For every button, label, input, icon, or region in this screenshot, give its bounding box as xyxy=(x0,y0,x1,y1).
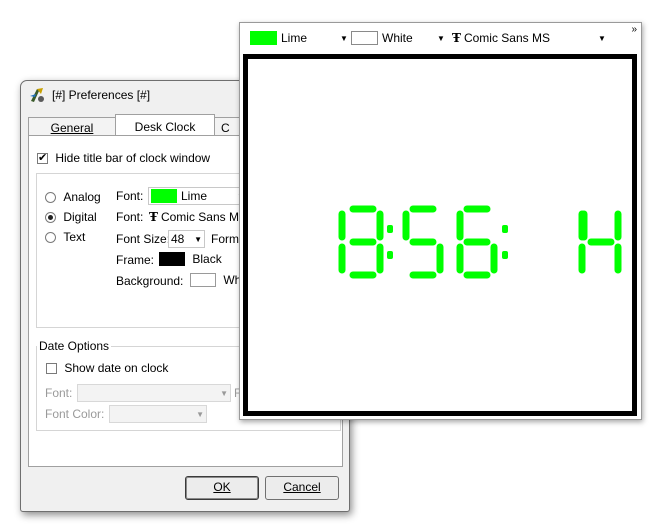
hide-titlebar-checkbox[interactable] xyxy=(37,151,48,164)
chevron-down-icon: ▼ xyxy=(220,388,228,398)
toolbar-overflow-button[interactable]: » xyxy=(631,25,637,35)
tab-desk-clock[interactable]: Desk Clock xyxy=(115,114,215,136)
cancel-button[interactable]: Cancel xyxy=(265,476,339,500)
radio-digital[interactable] xyxy=(45,212,56,223)
clock-colon xyxy=(502,225,508,233)
font-color-select[interactable]: Lime ▼ xyxy=(148,187,248,205)
frame-color-value: Black xyxy=(192,252,222,266)
radio-text-row[interactable]: Text xyxy=(45,230,85,244)
cancel-label: Cancel xyxy=(283,480,321,494)
chevron-down-icon: ▼ xyxy=(437,34,445,43)
minutes-ones-digit xyxy=(456,205,498,279)
frame-label: Frame: xyxy=(116,253,155,267)
radio-text[interactable] xyxy=(45,232,56,243)
font-size-label: Font Size: xyxy=(116,232,171,246)
date-font-color-select[interactable]: ▼ xyxy=(109,405,207,423)
font-color-label: Font: xyxy=(116,189,144,203)
radio-digital-row[interactable]: Digital xyxy=(45,210,97,224)
black-swatch xyxy=(159,252,185,266)
clock-colon xyxy=(387,251,393,259)
font-size-value: 48 xyxy=(171,232,185,246)
chevron-down-icon: ▼ xyxy=(598,34,606,43)
lime-swatch xyxy=(250,31,277,45)
toolbar-background-select[interactable]: White ▼ xyxy=(351,29,446,47)
digital-clock-display xyxy=(338,205,622,279)
format-label: Form xyxy=(211,232,239,246)
date-font-select[interactable]: ▼ xyxy=(77,384,231,402)
background-color-select[interactable]: Wh xyxy=(190,273,241,287)
show-date-row[interactable]: Show date on clock xyxy=(46,361,168,375)
font-face-value: Comic Sans M xyxy=(160,210,239,224)
ok-label: OK xyxy=(213,480,231,494)
app-icon xyxy=(30,88,44,102)
tab-general[interactable]: General xyxy=(28,117,116,136)
white-swatch xyxy=(351,31,378,45)
font-color-value: Lime xyxy=(181,189,208,203)
font-size-row: Font Size: xyxy=(116,232,170,246)
font-face-label: Font: xyxy=(116,210,144,224)
radio-digital-label: Digital xyxy=(63,210,97,224)
font-type-icon: Ŧ xyxy=(149,210,158,224)
ok-button[interactable]: OK xyxy=(185,476,259,500)
date-font-color-label: Font Color: xyxy=(45,407,105,421)
toolbar-background-value: White xyxy=(382,31,413,45)
minutes-tens-digit xyxy=(402,205,444,279)
tab-partial-label: C xyxy=(221,121,230,135)
font-face-row: Font: xyxy=(116,210,143,224)
white-swatch xyxy=(190,273,216,287)
frame-color-select[interactable]: Black xyxy=(159,252,222,266)
tab-general-label: General xyxy=(50,121,94,135)
lime-swatch xyxy=(151,189,177,203)
toolbar-font-color-value: Lime xyxy=(281,31,308,45)
radio-analog[interactable] xyxy=(45,192,56,203)
background-label: Background: xyxy=(116,274,184,288)
font-size-select[interactable]: 48 ▼ xyxy=(168,230,205,248)
dialog-title: [#] Preferences [#] xyxy=(52,88,151,102)
radio-analog-label: Analog xyxy=(63,190,101,204)
clock-colon xyxy=(502,251,508,259)
clock-colon xyxy=(387,225,393,233)
clock-toolbar: Lime ▼ White ▼ Ŧ Comic Sans MS ▼ » xyxy=(240,23,641,53)
radio-text-label: Text xyxy=(63,230,86,244)
clock-window: Lime ▼ White ▼ Ŧ Comic Sans MS ▼ » xyxy=(239,22,642,420)
date-options-title: Date Options xyxy=(37,339,112,353)
font-face-select[interactable]: Ŧ Comic Sans M xyxy=(149,210,239,224)
toolbar-font-face-value: Comic Sans MS xyxy=(463,31,550,45)
font-type-icon: Ŧ xyxy=(452,31,461,45)
chevron-down-icon: ▼ xyxy=(194,234,202,244)
toolbar-font-color-select[interactable]: Lime ▼ xyxy=(250,29,350,47)
chevron-down-icon: ▼ xyxy=(196,409,204,419)
toolbar-font-face-select[interactable]: Ŧ Comic Sans MS ▼ xyxy=(452,29,612,47)
chevron-down-icon: ▼ xyxy=(340,34,348,43)
radio-analog-row[interactable]: Analog xyxy=(45,190,101,204)
hide-titlebar-row[interactable]: Hide title bar of clock window xyxy=(37,151,210,165)
hide-titlebar-label: Hide title bar of clock window xyxy=(55,151,211,165)
seconds-ones-digit xyxy=(580,210,622,274)
date-font-label: Font: xyxy=(45,386,73,400)
hours-ones-digit xyxy=(349,205,384,279)
clock-frame xyxy=(243,54,637,416)
show-date-label: Show date on clock xyxy=(64,361,169,375)
font-color-row: Font: xyxy=(116,189,143,203)
tab-desk-clock-label: Desk Clock xyxy=(134,120,196,134)
show-date-checkbox[interactable] xyxy=(46,363,57,374)
